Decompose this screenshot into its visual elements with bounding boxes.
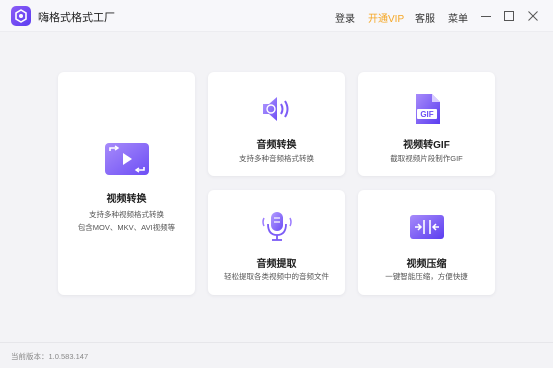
video-convert-desc-line1: 支持多种视频格式转换 (89, 210, 164, 219)
audio-extract-desc: 轻松提取各类视频中的音频文件 (224, 272, 329, 281)
svg-text:GIF: GIF (420, 110, 433, 119)
title-bar: 嗨格式格式工厂 登录 开通VIP 客服 菜单 (0, 0, 553, 32)
version-label: 当前版本：1.0.583.147 (11, 352, 89, 361)
microphone-icon (260, 210, 294, 247)
gif-icon: GIF (413, 93, 441, 130)
video-to-gif-card[interactable]: GIF 视频转GIF 截取视频片段制作GIF (358, 72, 495, 176)
video-to-gif-title: 视频转GIF (403, 140, 450, 151)
audio-convert-card[interactable]: 音频转换 支持多种音频格式转换 (208, 72, 345, 176)
video-convert-icon (104, 142, 150, 181)
audio-convert-desc: 支持多种音频格式转换 (239, 154, 314, 163)
video-convert-card[interactable]: 视频转换 支持多种视频格式转换 包含MOV、MKV、AVI视频等 (58, 72, 195, 295)
video-compress-icon (409, 214, 445, 245)
video-convert-title: 视频转换 (106, 194, 147, 205)
menu-link[interactable]: 菜单 (448, 10, 468, 25)
video-compress-title: 视频压缩 (406, 259, 447, 270)
close-icon[interactable] (527, 9, 539, 21)
video-compress-card[interactable]: 视频压缩 一键智能压缩，方便快捷 (358, 190, 495, 295)
video-convert-desc-line2: 包含MOV、MKV、AVI视频等 (77, 223, 176, 232)
app-logo-icon (11, 6, 31, 26)
audio-extract-card[interactable]: 音频提取 轻松提取各类视频中的音频文件 (208, 190, 345, 295)
customer-service-link[interactable]: 客服 (415, 10, 435, 25)
status-bar: 当前版本：1.0.583.147 (0, 342, 553, 368)
audio-convert-icon (260, 94, 294, 129)
video-to-gif-desc: 截取视频片段制作GIF (390, 154, 463, 163)
app-title: 嗨格式格式工厂 (38, 12, 115, 24)
login-link[interactable]: 登录 (335, 10, 355, 25)
video-compress-desc: 一键智能压缩，方便快捷 (385, 272, 468, 281)
audio-extract-title: 音频提取 (256, 259, 297, 270)
audio-convert-title: 音频转换 (256, 140, 297, 151)
vip-link[interactable]: 开通VIP (368, 10, 404, 25)
minimize-icon[interactable] (480, 9, 492, 21)
maximize-icon[interactable] (503, 9, 515, 21)
